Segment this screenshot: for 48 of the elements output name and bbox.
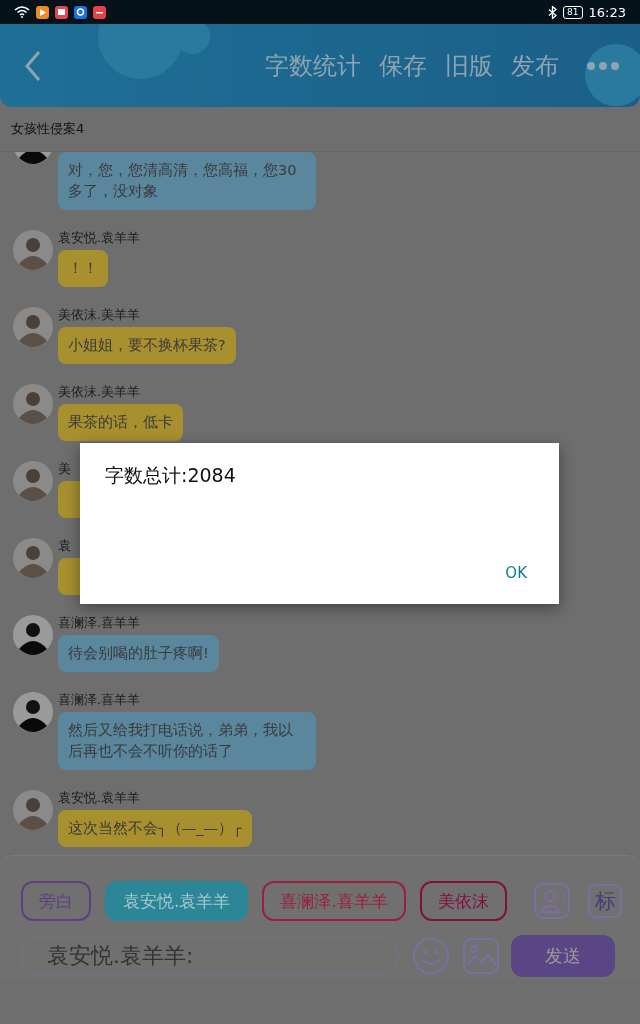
app-icon [93,5,106,19]
avatar [13,692,53,732]
message-bubble: 小姐姐，要不换杯果茶? [58,327,236,364]
role-tab[interactable]: 袁安悦.袁羊羊 [105,881,249,921]
ok-button[interactable]: OK [497,560,535,586]
message-bubble: 果茶的话，低卡 [58,404,183,441]
message-bubble: 这次当然不会┐（—_—）┌ [58,810,252,847]
sender-name: 袁安悦.袁羊羊 [58,790,140,805]
input-field[interactable]: 袁安悦.袁羊羊: [21,937,399,975]
avatar [13,307,53,347]
clock: 16:23 [588,4,626,20]
message-bubble: 对，您，您清高清，您高福，您30多了，没对象 [58,152,316,210]
emoji-icon[interactable] [413,938,449,974]
sender-name: 美依沫.美羊羊 [58,307,140,322]
app-icon [55,5,68,19]
sender-name: 喜澜泽.喜羊羊 [58,692,140,707]
toolbar-button[interactable]: 旧版 [436,49,502,82]
sender-name: 喜澜泽.喜羊羊 [58,615,140,630]
role-tab[interactable]: 美依沫 [419,881,507,921]
battery-level: 81 [563,5,583,19]
send-button[interactable]: 发送 [511,935,615,977]
header-decoration [585,44,640,106]
document-title: 女孩性侵案4 [11,120,85,138]
avatar [13,615,53,655]
avatar [13,790,53,830]
app-icon [36,5,49,19]
sender-name: 美依沫.美羊羊 [58,384,140,399]
avatar [13,538,53,578]
role-tab[interactable]: 喜澜泽.喜羊羊 [262,881,406,921]
message-bubble: 待会别喝的肚子疼啊! [58,635,219,672]
toolbar-button[interactable]: 字数统计 [256,49,370,82]
wifi-icon [14,6,30,18]
message-bubble: ！！ [58,250,108,287]
contact-card-icon[interactable] [534,883,570,919]
avatar [13,384,53,424]
toolbar-button[interactable]: 保存 [370,49,436,82]
dialog-message: 字数总计:2084 [105,463,236,488]
avatar [13,461,53,501]
message-bubble: 然后又给我打电话说，弟弟，我以后再也不会不听你的话了 [58,712,316,770]
more-icon[interactable] [586,60,620,71]
app-icon [74,5,87,19]
sender-name: 袁 [58,538,71,553]
avatar [13,230,53,270]
image-icon[interactable] [463,938,499,974]
sender-name: 美 [58,461,71,476]
sender-name: 袁安悦.袁羊羊 [58,230,140,245]
toolbar-button[interactable]: 发布 [502,49,568,82]
bluetooth-icon [548,5,558,19]
